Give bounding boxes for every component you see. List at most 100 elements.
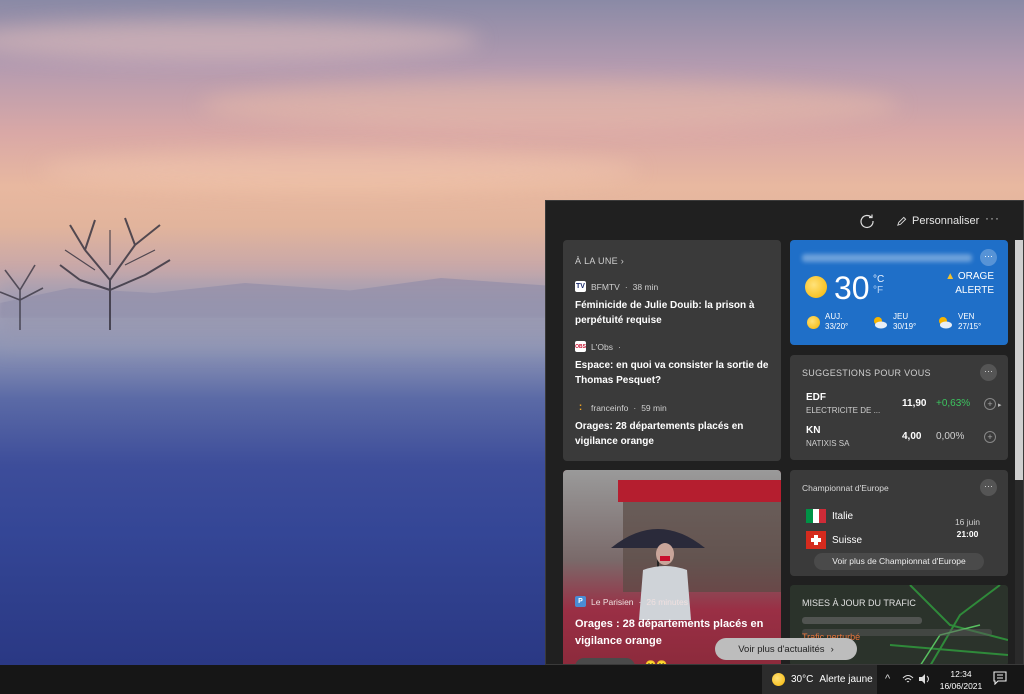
feature-story-source: P Le Parisien · 26 minutes (575, 596, 688, 607)
personalize-label: Personnaliser (912, 215, 980, 227)
stock-row[interactable]: EDF ELECTRICITE DE ... 11,90 +0,63% + (806, 392, 996, 420)
weather-more-button[interactable]: ··· (980, 249, 997, 266)
traffic-header: MISES À JOUR DU TRAFIC (802, 598, 916, 608)
forecast-day: JEU 30/19° (872, 312, 916, 332)
news-sep: · (633, 402, 637, 413)
forecast-day: VEN 27/15° (937, 312, 981, 332)
weather-location (802, 254, 972, 262)
stock-name: ELECTRICITE DE ... (806, 406, 881, 415)
top-news-header[interactable]: À LA UNE › (575, 256, 624, 266)
warning-triangle-icon: ▲ (945, 271, 958, 282)
match-date: 16 juin (954, 517, 980, 527)
bfmtv-logo-icon: TV (575, 281, 586, 292)
chevron-right-icon: › (620, 256, 625, 266)
more-football-button[interactable]: Voir plus de Championnat d'Europe (814, 553, 984, 570)
cloud (0, 20, 480, 60)
italy-flag-icon (806, 509, 827, 523)
stock-symbol: KN (806, 425, 821, 436)
forecast-day-label: VEN (958, 312, 975, 321)
clock-time: 12:34 (950, 669, 972, 679)
chevron-right-icon: › (830, 643, 834, 655)
news-item[interactable]: : franceinfo · 59 min Orages: 28 départe… (575, 402, 775, 449)
stocks-header: SUGGESTIONS POUR VOUS (802, 368, 931, 378)
unit-fahrenheit[interactable]: °F (873, 285, 884, 296)
news-source: franceinfo (591, 402, 629, 413)
team-name: Suisse (832, 534, 863, 546)
weather-alert[interactable]: ▲ ORAGE ALERTE (945, 270, 994, 298)
top-news-header-label: À LA UNE (575, 256, 618, 266)
switzerland-flag-icon (806, 531, 826, 549)
stock-row[interactable]: KN NATIXIS SA 4,00 0,00% + (806, 425, 996, 453)
tree-icon (0, 264, 44, 330)
football-card[interactable]: Championnat d'Europe ··· Italie Suisse 1… (790, 470, 1008, 576)
taskbar-weather-widget[interactable]: 30°C Alerte jaune (762, 665, 877, 694)
sun-icon (772, 673, 785, 686)
personalize-button[interactable]: Personnaliser (896, 213, 979, 229)
pencil-icon (897, 216, 907, 226)
forecast-day-label: JEU (893, 312, 909, 321)
forecast-range: 33/20° (825, 322, 849, 331)
football-header: Championnat d'Europe (802, 483, 889, 493)
forecast-day: AUJ. 33/20° (807, 312, 848, 332)
news-sep: · (638, 596, 642, 607)
sun-icon (805, 276, 827, 298)
panel-more-button[interactable]: ··· (985, 211, 1000, 225)
news-source: Le Parisien (591, 596, 634, 607)
cloud-sun-icon (939, 316, 952, 328)
clock-date: 16/06/2021 (939, 681, 983, 691)
add-stock-button[interactable]: + (984, 431, 996, 443)
football-more-button[interactable]: ··· (980, 479, 997, 496)
panel-header: Personnaliser ··· (546, 201, 1023, 239)
news-sep: · (624, 281, 628, 292)
weather-card[interactable]: ··· 30 °C °F ▲ ORAGE ALERTE AUJ. 33/20° J… (790, 240, 1008, 345)
news-title: Espace: en quoi va consister la sortie d… (575, 360, 769, 386)
match-hour: 21:00 (956, 529, 979, 539)
top-news-card: À LA UNE › TV BFMTV · 38 min Féminicide … (563, 240, 781, 461)
lobs-logo-icon: OBS (575, 341, 586, 352)
news-sep: · (617, 341, 621, 352)
news-age: 59 min (641, 402, 667, 413)
news-age: 26 minutes (646, 596, 688, 607)
news-title: Féminicide de Julie Douib: la prison à p… (575, 300, 755, 326)
news-source: BFMTV (591, 281, 620, 292)
next-arrow-icon[interactable]: ▸ (998, 401, 1002, 409)
cloud (40, 150, 640, 190)
chevron-up-icon[interactable]: ^ (885, 673, 890, 685)
taskbar-clock[interactable]: 12:34 16/06/2021 (938, 668, 984, 692)
panel-scrollbar[interactable] (1015, 240, 1023, 664)
stock-name: NATIXIS SA (806, 439, 850, 448)
stocks-more-button[interactable]: ··· (980, 364, 997, 381)
like-button[interactable] (575, 658, 635, 664)
match-time: 16 juin 21:00 (955, 516, 980, 540)
taskbar: 30°C Alerte jaune ^ 12:34 16/06/2021 (0, 665, 1024, 694)
tree-icon (59, 217, 171, 330)
add-stock-button[interactable]: + (984, 398, 996, 410)
news-item[interactable]: TV BFMTV · 38 min Féminicide de Julie Do… (575, 281, 775, 328)
forecast-range: 30/19° (893, 322, 917, 331)
notification-icon[interactable] (993, 671, 1007, 685)
more-news-button[interactable]: Voir plus d'actualités › (715, 638, 857, 660)
news-age: 38 min (632, 281, 659, 292)
stock-change: +0,63% (936, 398, 971, 409)
stock-symbol: EDF (806, 392, 826, 403)
team-name: Italie (832, 510, 854, 522)
unit-celsius[interactable]: °C (873, 274, 884, 285)
team-row: Suisse (806, 531, 862, 549)
weather-alert-type: ORAGE (957, 271, 994, 282)
sun-icon (807, 315, 820, 329)
news-item[interactable]: OBS L'Obs · Espace: en quoi va consister… (575, 341, 775, 388)
wifi-icon[interactable] (902, 673, 914, 685)
feature-story-card[interactable]: P Le Parisien · 26 minutes Orages : 28 d… (563, 470, 781, 664)
forecast-range: 27/15° (958, 322, 982, 331)
more-news-label: Voir plus d'actualités (738, 643, 825, 655)
refresh-icon[interactable] (859, 213, 875, 229)
temperature-unit-toggle[interactable]: °C °F (873, 274, 884, 296)
franceinfo-logo-icon: : (578, 402, 583, 413)
cloud-sun-icon (874, 316, 887, 328)
taskbar-temperature: 30°C (791, 674, 814, 685)
cloud (200, 80, 900, 130)
scrollbar-thumb[interactable] (1015, 240, 1023, 480)
volume-icon[interactable] (918, 673, 932, 685)
forecast-day-label: AUJ. (825, 312, 843, 321)
news-source: L'Obs (591, 341, 613, 352)
